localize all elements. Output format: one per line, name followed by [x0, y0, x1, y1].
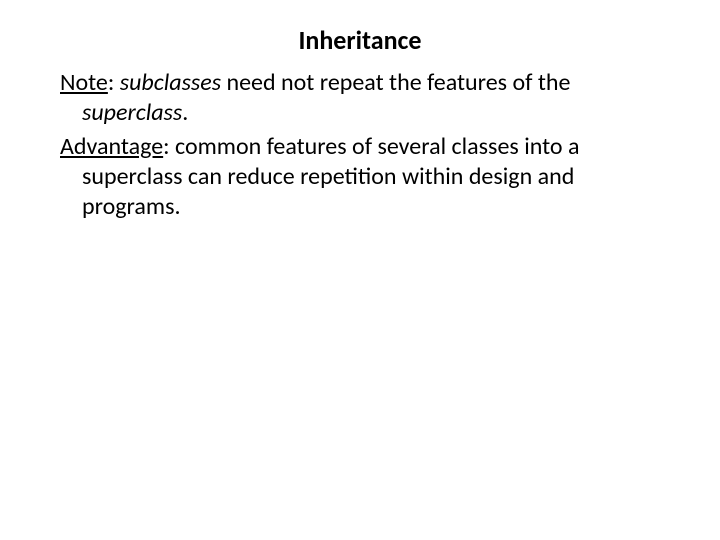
slide-title: Inheritance	[60, 24, 660, 56]
slide-body: Note: subclasses need not repeat the fea…	[60, 68, 660, 222]
note-colon: :	[108, 68, 120, 97]
note-italic-2: superclass	[82, 98, 182, 127]
slide: Inheritance Note: subclasses need not re…	[0, 0, 720, 540]
note-italic-1: subclasses	[120, 68, 221, 97]
note-paragraph: Note: subclasses need not repeat the fea…	[60, 68, 660, 128]
advantage-colon: :	[163, 132, 175, 161]
note-text-2: .	[182, 98, 188, 127]
note-label: Note	[60, 68, 108, 97]
advantage-paragraph: Advantage: common features of several cl…	[60, 132, 660, 222]
note-text-1: need not repeat the features of the	[221, 68, 570, 97]
advantage-label: Advantage	[60, 132, 163, 161]
